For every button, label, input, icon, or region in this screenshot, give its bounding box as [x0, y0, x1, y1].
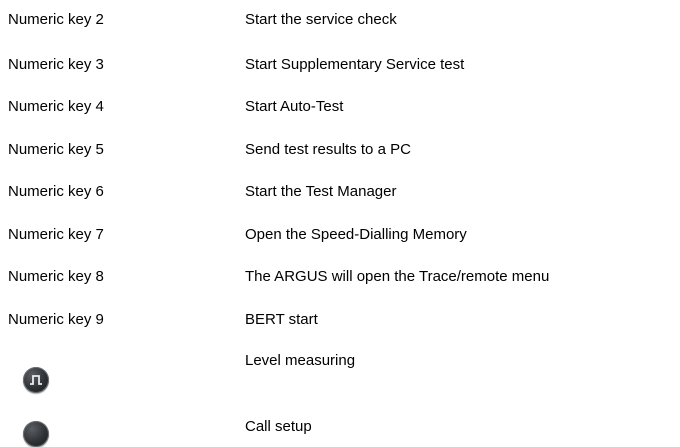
- key-description: Start Auto-Test: [245, 98, 344, 115]
- key-label: Numeric key 3: [8, 56, 104, 73]
- table-row: Numeric key 2 Start the service check: [0, 10, 680, 34]
- key-description: Level measuring: [245, 352, 356, 369]
- key-description: BERT start: [245, 311, 318, 328]
- key-description: The ARGUS will open the Trace/remote men…: [245, 268, 550, 285]
- key-label: Numeric key 5: [8, 141, 104, 158]
- table-row: Numeric key 4 Start Auto-Test: [0, 97, 680, 121]
- key-label: Numeric key 9: [8, 311, 104, 328]
- table-row: Numeric key 9 BERT start: [0, 310, 680, 334]
- table-row: Numeric key 3 Start Supplementary Servic…: [0, 55, 680, 79]
- table-row: Numeric key 6 Start the Test Manager: [0, 182, 680, 206]
- table-row: Numeric key 5 Send test results to a PC: [0, 140, 680, 164]
- key-description: Call setup: [245, 418, 312, 435]
- key-label: Numeric key 4: [8, 98, 104, 115]
- table-row: Numeric key 8 The ARGUS will open the Tr…: [0, 267, 680, 291]
- key-label: Numeric key 8: [8, 268, 104, 285]
- table-row: Level measuring: [0, 351, 680, 393]
- key-description: Start the Test Manager: [245, 183, 397, 200]
- key-label: Numeric key 2: [8, 11, 104, 28]
- key-description: Send test results to a PC: [245, 141, 411, 158]
- call-setup-icon: [23, 421, 49, 447]
- key-description: Start the service check: [245, 11, 397, 28]
- key-label: Numeric key 6: [8, 183, 104, 200]
- key-description: Open the Speed-Dialling Memory: [245, 226, 467, 243]
- pulse-icon: [23, 367, 49, 393]
- table-row: Numeric key 7 Open the Speed-Dialling Me…: [0, 225, 680, 249]
- table-row: Call setup: [0, 417, 680, 447]
- key-description: Start Supplementary Service test: [245, 56, 465, 73]
- key-label: Numeric key 7: [8, 226, 104, 243]
